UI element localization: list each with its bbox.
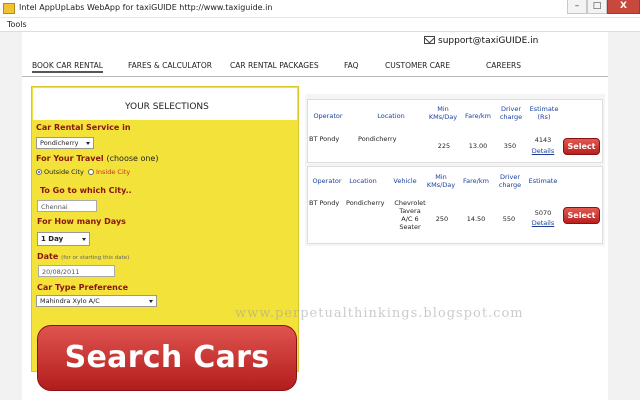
maximize-button[interactable]: □ bbox=[587, 0, 607, 14]
watermark-text: www.perpetualthinkings.blogspot.com bbox=[235, 306, 524, 321]
col-location: Location bbox=[377, 112, 405, 120]
selection-heading: YOUR SELECTIONS bbox=[125, 102, 209, 112]
travel-label-text: For Your Travel bbox=[36, 154, 104, 163]
car-type-select-value: Mahindra Xylo A/C bbox=[40, 297, 100, 305]
days-select-value: 1 Day bbox=[41, 235, 64, 243]
select-button[interactable]: Select bbox=[563, 138, 600, 155]
nav-car-rental-packages[interactable]: CAR RENTAL PACKAGES bbox=[230, 61, 319, 70]
results-panel: Operator Location Min KMs/Day Fare/km Dr… bbox=[305, 94, 605, 246]
page-margin-left bbox=[0, 32, 22, 400]
nav-fares-calculator[interactable]: FARES & CALCULATOR bbox=[128, 61, 212, 70]
goto-city-label: To Go to which City.. bbox=[40, 186, 132, 195]
days-label: For How many Days bbox=[37, 217, 126, 226]
cell-driver: 350 bbox=[503, 142, 517, 150]
details-link[interactable]: Details bbox=[528, 147, 558, 155]
col-fare: Fare/km bbox=[463, 177, 489, 185]
car-type-select[interactable]: Mahindra Xylo A/C bbox=[36, 295, 157, 307]
mail-icon bbox=[424, 36, 435, 44]
cell-vehicle: Chevrolet Tavera A/C 6 Seater bbox=[394, 199, 426, 231]
support-email[interactable]: support@taxiGUIDE.in bbox=[438, 36, 538, 46]
cell-location: Pondicherry bbox=[358, 135, 397, 143]
cell-operator: BT Pondy bbox=[309, 199, 340, 207]
col-min-kms: Min KMs/Day bbox=[428, 105, 458, 121]
col-vehicle: Vehicle bbox=[393, 177, 417, 185]
radio-dot-icon bbox=[88, 169, 94, 175]
nav-book-car-rental[interactable]: BOOK CAR RENTAL bbox=[32, 61, 103, 73]
col-location: Location bbox=[349, 177, 377, 185]
col-estimate: Estimate (Rs) bbox=[529, 105, 559, 121]
close-button[interactable]: X bbox=[607, 0, 640, 14]
chevron-down-icon bbox=[86, 142, 90, 145]
date-input[interactable]: 20/08/2011 bbox=[38, 265, 115, 277]
col-fare: Fare/km bbox=[465, 112, 491, 120]
cell-driver: 550 bbox=[502, 215, 516, 223]
minimize-button[interactable]: – bbox=[567, 0, 587, 14]
cell-operator: BT Pondy bbox=[309, 135, 340, 143]
radio-outside-city[interactable]: Outside City bbox=[36, 168, 84, 176]
outside-city-label: Outside City bbox=[44, 168, 84, 176]
page-margin-right bbox=[608, 32, 640, 400]
window-titlebar: Intel AppUpLabs WebApp for taxiGUIDE htt… bbox=[0, 0, 640, 18]
cell-fare: 13.00 bbox=[468, 142, 488, 150]
details-link[interactable]: Details bbox=[528, 219, 558, 227]
selection-header: YOUR SELECTIONS bbox=[33, 88, 297, 120]
col-driver: Driver charge bbox=[498, 173, 522, 189]
cell-fare: 14.50 bbox=[466, 215, 486, 223]
search-cars-button[interactable]: Search Cars bbox=[37, 325, 297, 391]
results-table-local: Operator Location Min KMs/Day Fare/km Dr… bbox=[307, 99, 603, 163]
menu-tools[interactable]: Tools bbox=[7, 20, 27, 29]
service-select-value: Pondicherry bbox=[40, 139, 79, 147]
col-operator: Operator bbox=[313, 112, 343, 120]
nav-careers[interactable]: CAREERS bbox=[486, 61, 521, 70]
support-contact[interactable]: support@taxiGUIDE.in bbox=[424, 36, 538, 46]
results-table-outstation: Operator Location Vehicle Min KMs/Day Fa… bbox=[307, 166, 603, 244]
cell-estimate: 5070 bbox=[534, 209, 552, 217]
chevron-down-icon bbox=[82, 238, 86, 241]
menubar: Tools bbox=[0, 18, 640, 32]
nav-faq[interactable]: FAQ bbox=[344, 61, 359, 70]
inside-city-label: Inside City bbox=[96, 168, 131, 176]
date-label: Date (for or starting this date) bbox=[37, 252, 129, 261]
travel-label: For Your Travel (choose one) bbox=[36, 154, 158, 163]
cell-min-kms: 250 bbox=[435, 215, 449, 223]
travel-label-sub: (choose one) bbox=[106, 154, 159, 163]
car-type-label: Car Type Preference bbox=[37, 283, 129, 292]
window-title: Intel AppUpLabs WebApp for taxiGUIDE htt… bbox=[19, 3, 273, 12]
chevron-down-icon bbox=[149, 300, 153, 303]
cell-estimate: 4143 bbox=[534, 136, 552, 144]
cell-location: Pondicherry bbox=[346, 199, 385, 207]
select-button[interactable]: Select bbox=[563, 207, 600, 224]
col-driver: Driver charge bbox=[499, 105, 523, 121]
service-select[interactable]: Pondicherry bbox=[36, 137, 94, 149]
nav-customer-care[interactable]: CUSTOMER CARE bbox=[385, 61, 450, 70]
service-label: Car Rental Service in bbox=[36, 123, 131, 132]
date-label-text: Date bbox=[37, 252, 59, 261]
goto-city-input[interactable]: Chennai bbox=[37, 200, 97, 212]
date-hint: (for or starting this date) bbox=[61, 255, 130, 261]
cell-min-kms: 225 bbox=[437, 142, 451, 150]
radio-inside-city[interactable]: Inside City bbox=[88, 168, 130, 176]
col-estimate: Estimate bbox=[528, 177, 558, 185]
main-nav: BOOK CAR RENTAL FARES & CALCULATOR CAR R… bbox=[22, 55, 608, 77]
days-select[interactable]: 1 Day bbox=[37, 232, 90, 246]
radio-dot-icon bbox=[36, 169, 42, 175]
app-icon bbox=[3, 3, 15, 14]
col-min-kms: Min KMs/Day bbox=[426, 173, 456, 189]
col-operator: Operator bbox=[312, 177, 342, 185]
